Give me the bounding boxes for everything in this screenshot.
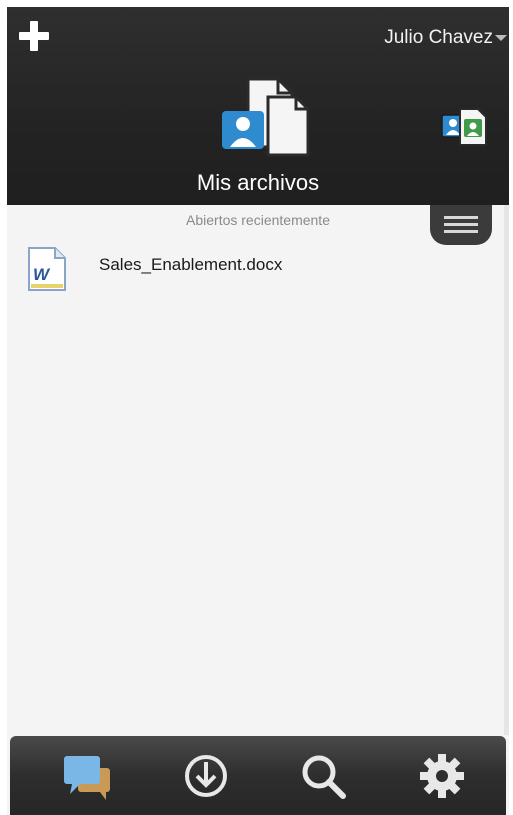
file-name: Sales_Enablement.docx <box>99 255 283 274</box>
bottom-toolbar <box>10 736 506 815</box>
download-icon[interactable] <box>178 750 234 802</box>
shared-files-icon[interactable] <box>440 105 488 149</box>
header: Julio Chavez Mis archivos <box>7 7 509 205</box>
svg-text:W: W <box>33 265 51 284</box>
user-name[interactable]: Julio Chavez <box>384 27 493 49</box>
chat-icon[interactable] <box>60 750 116 802</box>
add-button[interactable] <box>15 17 55 57</box>
my-files-icon <box>222 77 310 157</box>
search-icon[interactable] <box>296 750 352 802</box>
menu-button[interactable] <box>430 205 492 245</box>
word-doc-icon: W <box>28 247 66 291</box>
menu-icon-line <box>444 223 478 226</box>
menu-icon-line <box>444 230 478 233</box>
menu-icon-line <box>444 216 478 219</box>
scroll-edge <box>504 205 509 735</box>
list-item[interactable]: W Sales_Enablement.docx <box>7 239 427 291</box>
app-screen: Julio Chavez Mis archivos Abiertos recie… <box>7 7 509 815</box>
section-title: Mis archivos <box>196 170 320 195</box>
plus-icon-bar-vertical <box>30 21 38 51</box>
gear-icon[interactable] <box>414 750 470 802</box>
user-dropdown-icon[interactable] <box>495 35 507 41</box>
